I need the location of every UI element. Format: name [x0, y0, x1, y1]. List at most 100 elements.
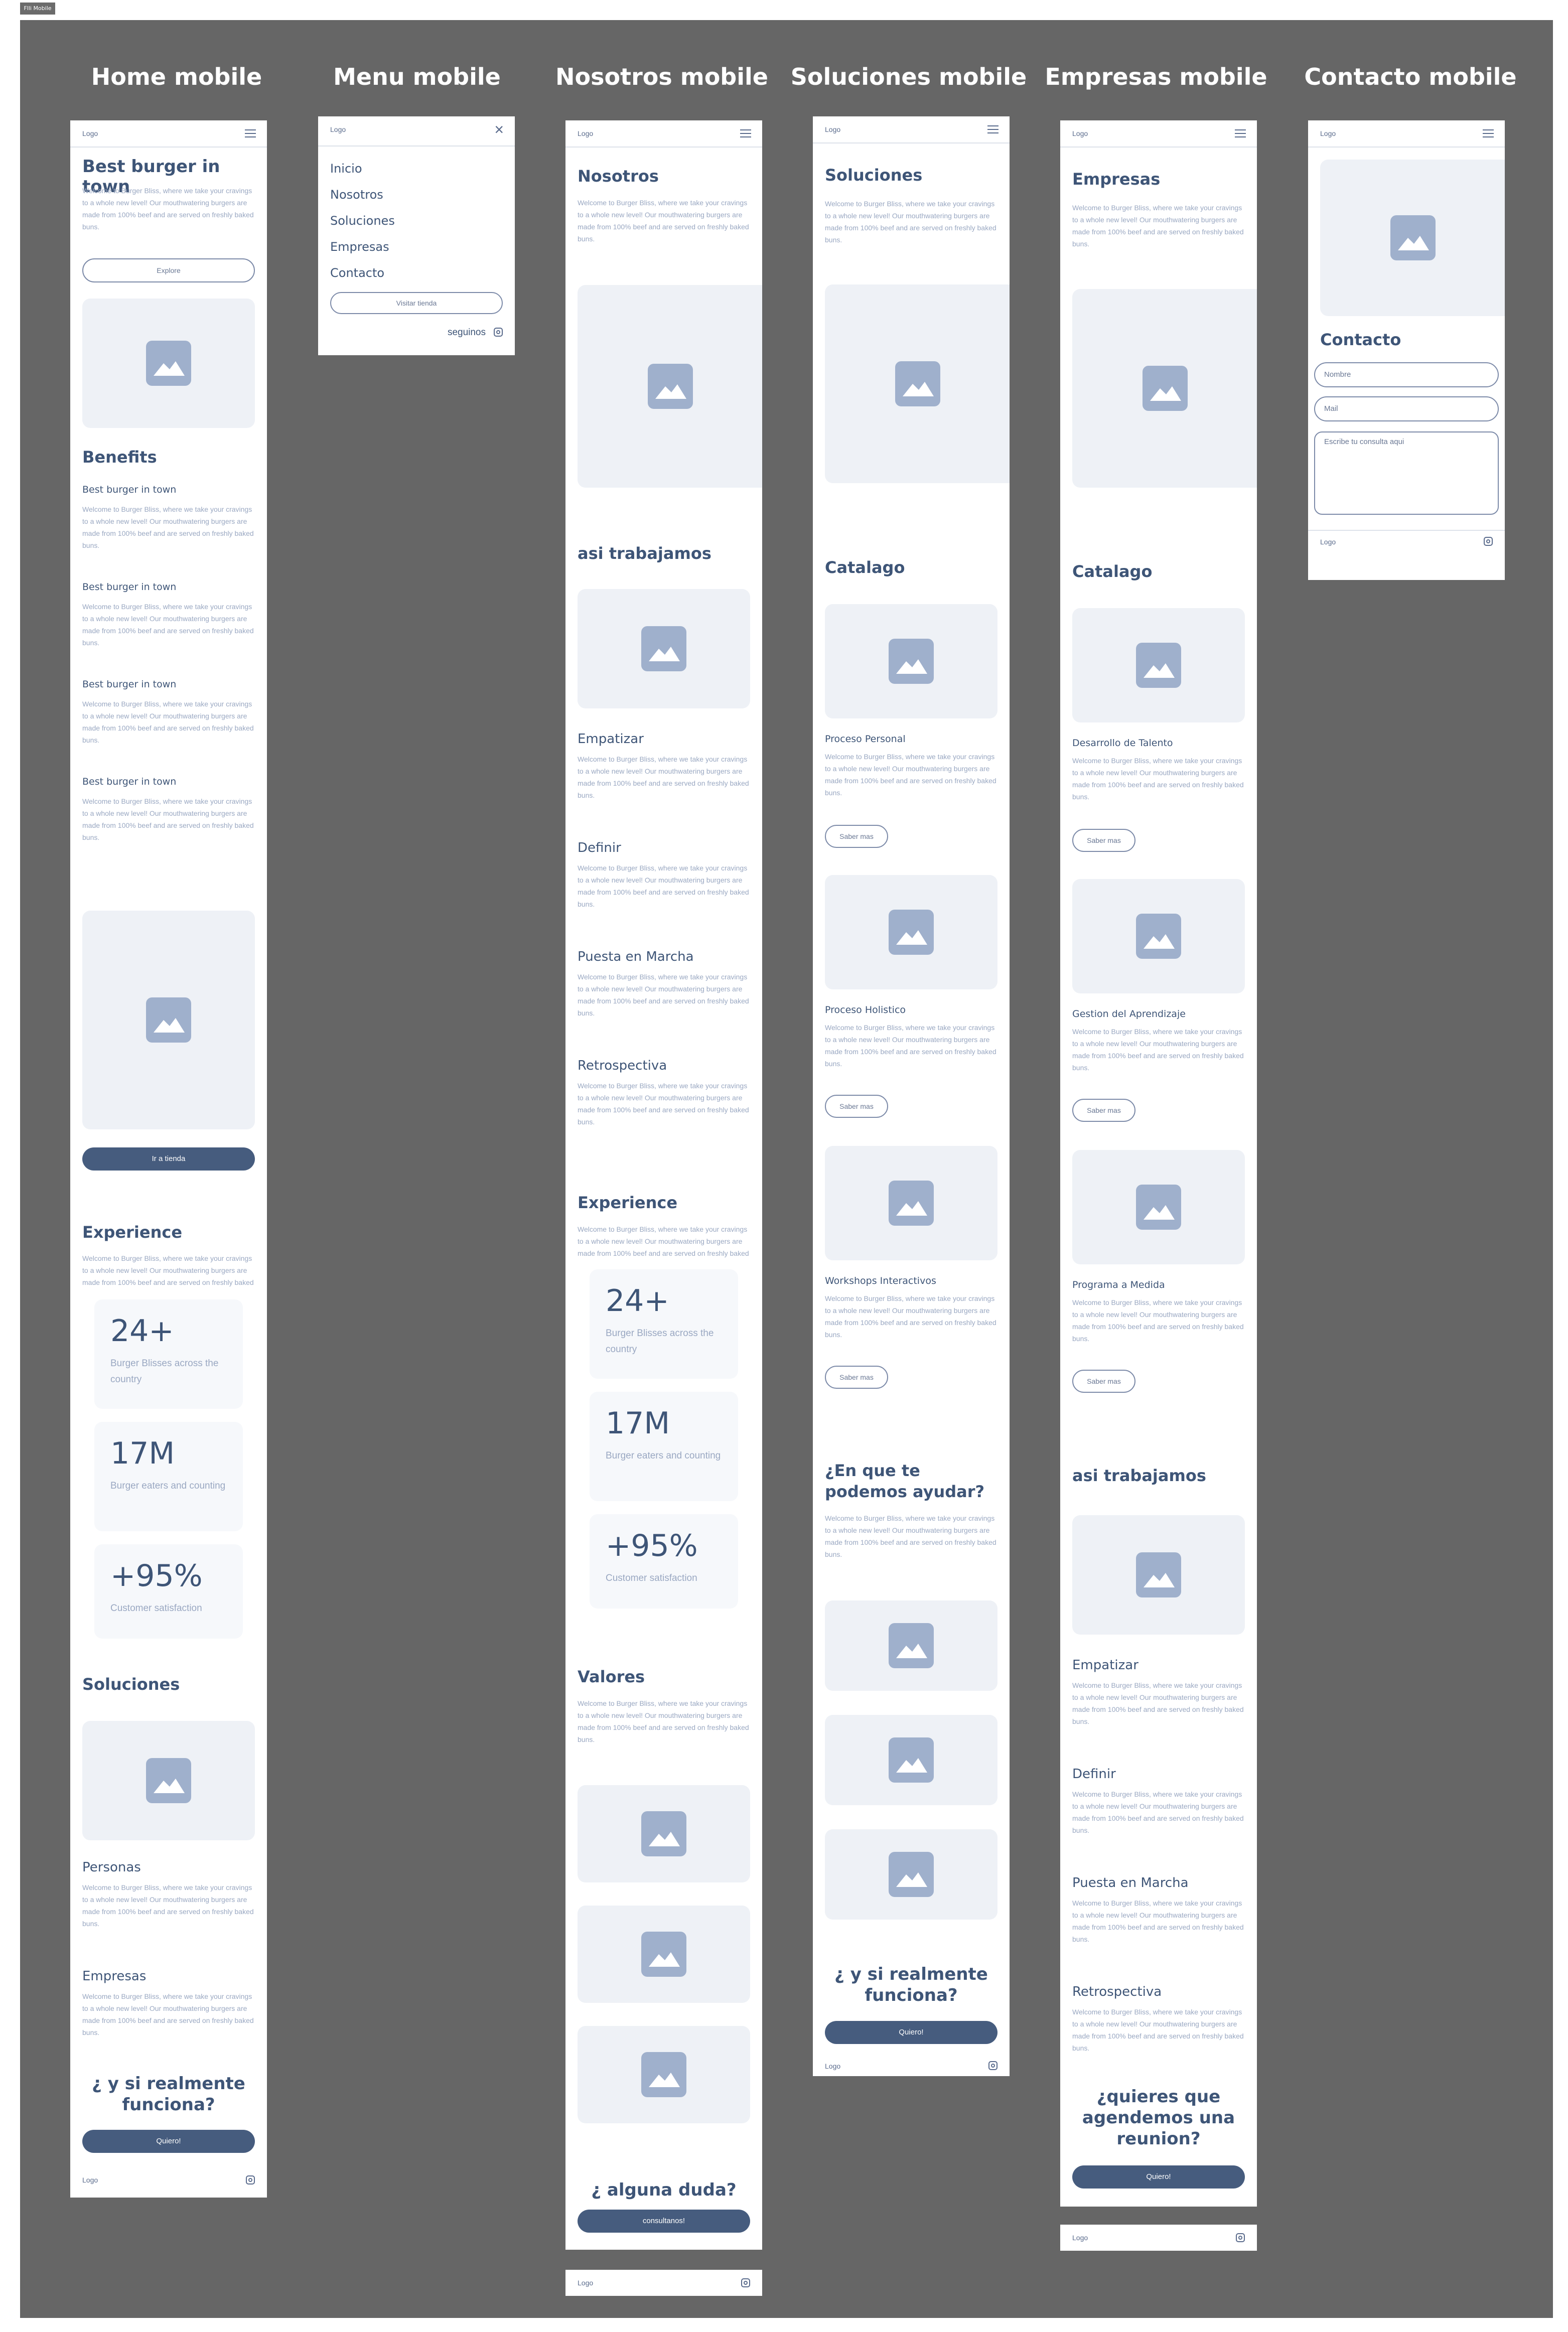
step-text: Welcome to Burger Bliss, where we take y… [1072, 1899, 1244, 1943]
cta-title: ¿quieres que agendemos una reunion? [1082, 2087, 1235, 2149]
empresas-title: Empresas [82, 1969, 147, 1984]
step-title: Retrospectiva [1072, 1984, 1162, 1999]
image-placeholder-icon [641, 1811, 686, 1856]
logo[interactable]: Logo [1072, 129, 1088, 137]
cta-title: ¿ y si realmente funciona? [92, 2074, 245, 2115]
menu-item-contacto[interactable]: Contacto [330, 266, 384, 280]
step-text: Welcome to Burger Bliss, where we take y… [578, 973, 749, 1017]
catalog-item-title: Gestion del Aprendizaje [1072, 1008, 1186, 1019]
logo[interactable]: Logo [578, 129, 593, 137]
instagram-icon[interactable] [988, 2061, 997, 2070]
quiero-button[interactable]: Quiero! [825, 2021, 997, 2044]
image-placeholder [578, 285, 762, 488]
logo[interactable]: Logo [82, 129, 98, 137]
image-placeholder [1320, 160, 1505, 316]
hamburger-menu-icon[interactable] [1483, 129, 1494, 137]
experience-text: Welcome to Burger Bliss, where we take y… [578, 1225, 749, 1257]
catalogo-title: Catalago [1072, 562, 1153, 581]
saber-mas-button[interactable]: Saber mas [1072, 829, 1135, 852]
ir-tienda-button[interactable]: Ir a tienda [82, 1147, 255, 1171]
quiero-button[interactable]: Quiero! [1072, 2165, 1245, 2189]
image-placeholder-icon [889, 1852, 934, 1897]
image-placeholder [825, 875, 997, 989]
valores-title: Valores [578, 1667, 645, 1686]
image-placeholder-icon [1143, 366, 1188, 411]
step-title: Retrospectiva [578, 1058, 667, 1073]
hamburger-menu-icon[interactable] [245, 129, 256, 137]
image-placeholder [578, 1785, 750, 1882]
menu-item-nosotros[interactable]: Nosotros [330, 188, 383, 202]
catalog-item-title: Desarrollo de Talento [1072, 738, 1173, 749]
image-placeholder [825, 1829, 997, 1920]
mail-field[interactable]: Mail [1314, 396, 1499, 421]
image-placeholder [1072, 1150, 1245, 1264]
visit-store-button[interactable]: Visitar tienda [330, 292, 503, 314]
nosotros-screen: Logo Nosotros Welcome to Burger Bliss, w… [565, 120, 762, 2250]
image-placeholder-icon [889, 639, 934, 684]
query-textarea[interactable]: Escribe tu consulta aqui [1314, 431, 1499, 515]
catalogo-title: Catalago [825, 558, 905, 577]
benefit-title: Best burger in town [82, 679, 177, 690]
menu-screen: Logo × Inicio Nosotros Soluciones Empres… [318, 116, 515, 355]
benefit-title: Best burger in town [82, 484, 177, 495]
close-icon[interactable]: × [494, 121, 504, 137]
hamburger-menu-icon[interactable] [1235, 129, 1246, 137]
menu-item-soluciones[interactable]: Soluciones [330, 214, 395, 228]
instagram-icon[interactable] [1236, 2233, 1245, 2242]
instagram-icon[interactable] [246, 2175, 255, 2184]
footer-logo[interactable]: Logo [1072, 2234, 1088, 2242]
step-text: Welcome to Burger Bliss, where we take y… [578, 1082, 749, 1126]
logo[interactable]: Logo [1320, 129, 1336, 137]
footer-logo[interactable]: Logo [82, 2176, 98, 2184]
footer-logo[interactable]: Logo [578, 2279, 593, 2287]
saber-mas-button[interactable]: Saber mas [825, 1095, 888, 1118]
catalog-item-title: Workshops Interactivos [825, 1275, 936, 1286]
image-placeholder-icon [146, 997, 191, 1043]
stat-label: Burger Blisses across the country [606, 1328, 714, 1355]
consultanos-button[interactable]: consultanos! [578, 2210, 750, 2233]
image-placeholder-icon [1136, 914, 1181, 959]
soluciones-title: Soluciones [82, 1675, 180, 1694]
instagram-icon[interactable] [494, 328, 503, 337]
stat-value: 17M [606, 1406, 670, 1441]
design-canvas: Home mobile Menu mobile Nosotros mobile … [20, 20, 1553, 2318]
saber-mas-button[interactable]: Saber mas [1072, 1099, 1135, 1122]
stat-value: +95% [110, 1558, 203, 1593]
name-field[interactable]: Nombre [1314, 362, 1499, 387]
home-screen: Logo Best burger in town Welcome to Burg… [70, 120, 267, 2198]
cta-title: ¿ alguna duda? [591, 2180, 737, 2200]
stat-card: +95% Customer satisfaction [590, 1514, 738, 1609]
instagram-icon[interactable] [741, 2278, 750, 2287]
footer-logo[interactable]: Logo [1320, 538, 1336, 546]
image-placeholder-icon [648, 364, 693, 409]
saber-mas-button[interactable]: Saber mas [1072, 1370, 1135, 1393]
menu-item-inicio[interactable]: Inicio [330, 162, 362, 176]
logo[interactable]: Logo [330, 125, 346, 133]
catalog-item-text: Welcome to Burger Bliss, where we take y… [825, 1024, 996, 1068]
logo[interactable]: Logo [825, 125, 840, 133]
frame-title-soluciones: Soluciones mobile [790, 63, 1027, 90]
step-text: Welcome to Burger Bliss, where we take y… [1072, 1790, 1244, 1834]
saber-mas-button[interactable]: Saber mas [825, 825, 888, 848]
explore-button[interactable]: Explore [82, 258, 255, 282]
menu-item-empresas[interactable]: Empresas [330, 240, 389, 254]
top-nav: Logo [1308, 120, 1505, 148]
step-text: Welcome to Burger Bliss, where we take y… [578, 755, 749, 799]
frame-title-menu: Menu mobile [333, 63, 501, 90]
hamburger-menu-icon[interactable] [740, 129, 751, 137]
hamburger-menu-icon[interactable] [987, 125, 999, 133]
saber-mas-button[interactable]: Saber mas [825, 1366, 888, 1389]
cta-title: ¿ y si realmente funciona? [834, 1964, 988, 2005]
footer-logo[interactable]: Logo [825, 2062, 840, 2070]
intro-text: Welcome to Burger Bliss, where we take y… [825, 200, 996, 244]
image-placeholder-icon [641, 2052, 686, 2097]
image-placeholder [1072, 608, 1245, 722]
quiero-button[interactable]: Quiero! [82, 2130, 255, 2153]
image-placeholder-icon [889, 1737, 934, 1783]
stat-card: 24+ Burger Blisses across the country [590, 1269, 738, 1379]
empresas-footer: Logo [1060, 2225, 1257, 2251]
instagram-icon[interactable] [1484, 537, 1493, 546]
image-placeholder-icon [889, 1181, 934, 1226]
image-placeholder-icon [895, 361, 940, 406]
stat-value: 17M [110, 1436, 175, 1471]
